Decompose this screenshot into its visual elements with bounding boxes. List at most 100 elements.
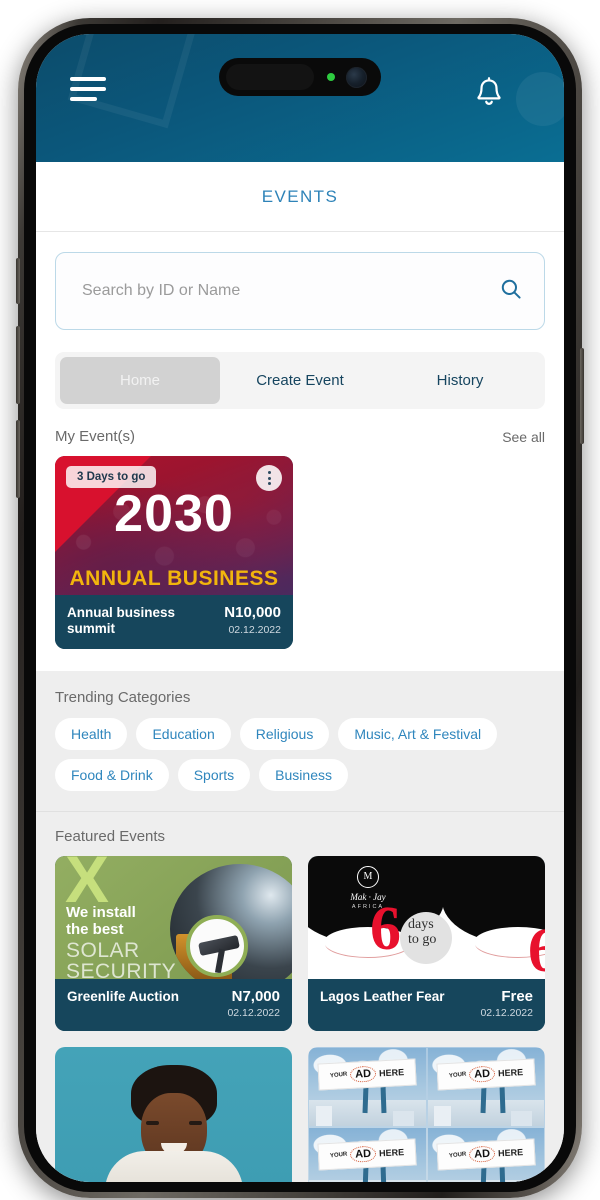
search-icon[interactable] bbox=[500, 278, 522, 305]
kebab-menu-icon[interactable] bbox=[256, 465, 282, 491]
header-circle-decoration bbox=[516, 72, 564, 126]
event-price: N10,000 bbox=[224, 604, 281, 621]
solar-lamp-icon bbox=[186, 914, 248, 977]
menu-line-2 bbox=[70, 87, 106, 91]
my-events-section: My Event(s) See all 3 Days to go 2030 AN… bbox=[36, 409, 564, 671]
featured-event-name: Lagos Leather Fear bbox=[320, 988, 445, 1004]
island-pill bbox=[226, 64, 314, 90]
notification-bell-icon[interactable] bbox=[472, 76, 506, 112]
category-chip-food-drink[interactable]: Food & Drink bbox=[55, 758, 169, 791]
greenlife-tagline-line1: We install bbox=[66, 903, 136, 921]
greenlife-tagline-line2: the best bbox=[66, 920, 124, 938]
countdown-days-label: days to go bbox=[408, 916, 437, 947]
billboard-support-leg bbox=[480, 1085, 487, 1113]
my-event-card[interactable]: 3 Days to go 2030 ANNUAL BUSINESS Annual… bbox=[55, 456, 293, 649]
billboard-here-text: HERE bbox=[497, 1147, 524, 1159]
billboard-support-leg bbox=[362, 1085, 369, 1113]
front-camera-icon bbox=[346, 66, 367, 88]
countdown-badge: 3 Days to go bbox=[66, 466, 157, 488]
featured-event-card-portrait[interactable] bbox=[55, 1047, 292, 1182]
power-button[interactable] bbox=[580, 348, 584, 444]
featured-events-grid-row2: YOUR AD HERE YOUR AD HERE YOUR AD HERE Y… bbox=[55, 1047, 545, 1182]
billboard-support-leg bbox=[362, 1165, 369, 1182]
billboard-support-leg bbox=[499, 1085, 506, 1113]
event-name: Annual business summit bbox=[67, 605, 176, 636]
volume-down-button[interactable] bbox=[16, 420, 20, 498]
greenlife-headline-line2: SECURITY bbox=[66, 959, 177, 979]
mute-switch[interactable] bbox=[16, 258, 20, 304]
menu-line-1 bbox=[70, 77, 106, 81]
billboard-support-leg bbox=[480, 1165, 487, 1182]
billboard-here-text: HERE bbox=[379, 1147, 405, 1159]
category-chip-education[interactable]: Education bbox=[136, 717, 231, 750]
billboard-your-text: YOUR bbox=[448, 1151, 467, 1160]
search-box[interactable] bbox=[55, 252, 545, 330]
portrait-photo bbox=[90, 1059, 258, 1182]
dynamic-island bbox=[219, 58, 381, 96]
category-chip-religious[interactable]: Religious bbox=[239, 717, 330, 750]
billboard-cell: YOUR AD HERE bbox=[426, 1047, 545, 1128]
see-all-link[interactable]: See all bbox=[502, 429, 545, 445]
billboard-ad-text: AD bbox=[350, 1065, 377, 1083]
event-card-footer: Annual business summit N10,000 02.12.202… bbox=[55, 595, 293, 649]
brand-logo-icon: M bbox=[357, 865, 379, 888]
search-input[interactable] bbox=[82, 282, 500, 300]
volume-up-button[interactable] bbox=[16, 326, 20, 404]
tab-history[interactable]: History bbox=[380, 357, 540, 404]
billboard-panel: YOUR AD HERE bbox=[436, 1138, 536, 1170]
billboard-cell: YOUR AD HERE bbox=[426, 1127, 545, 1182]
billboard-here-text: HERE bbox=[497, 1067, 524, 1079]
category-chip-health[interactable]: Health bbox=[55, 717, 128, 750]
category-chip-sports[interactable]: Sports bbox=[177, 758, 251, 791]
trending-categories-title: Trending Categories bbox=[55, 688, 191, 706]
billboard-image-grid: YOUR AD HERE YOUR AD HERE YOUR AD HERE Y… bbox=[308, 1047, 545, 1182]
portrait-eye-right bbox=[188, 1121, 202, 1126]
artwork-year-text: 2030 bbox=[114, 485, 234, 543]
phone-screen: EVENTS Home Create Event History bbox=[36, 34, 564, 1182]
kebab-dot-1 bbox=[267, 471, 271, 474]
billboard-ad-text: AD bbox=[350, 1145, 377, 1163]
featured-event-date: 02.12.2022 bbox=[480, 1007, 533, 1020]
category-chip-list: Health Education Religious Music, Art & … bbox=[55, 717, 545, 791]
tab-create-event[interactable]: Create Event bbox=[220, 357, 380, 404]
menu-line-3 bbox=[70, 97, 97, 101]
featured-card-footer: Greenlife Auction N7,000 02.12.2022 bbox=[55, 978, 292, 1032]
billboard-panel: YOUR AD HERE bbox=[436, 1058, 536, 1090]
billboard-support-leg bbox=[499, 1165, 506, 1182]
countdown-togo-word: to go bbox=[408, 931, 437, 947]
lagos-leather-artwork: M Mak · Jay AFRICA 6 days to go 6 bbox=[308, 855, 545, 979]
billboard-your-text: YOUR bbox=[329, 1071, 348, 1080]
greenlife-headline: SOLAR SECURITY bbox=[66, 940, 176, 979]
tab-bar: Home Create Event History bbox=[55, 352, 545, 409]
billboard-here-text: HERE bbox=[379, 1067, 405, 1079]
app-header bbox=[36, 34, 564, 162]
billboard-your-text: YOUR bbox=[448, 1071, 467, 1080]
featured-event-card-greenlife[interactable]: X We install the best SOLAR SECURITY Gre… bbox=[55, 855, 292, 1032]
hamburger-menu-icon[interactable] bbox=[70, 77, 110, 107]
featured-event-name: Greenlife Auction bbox=[67, 988, 180, 1004]
countdown-days-word: days bbox=[408, 916, 434, 932]
event-date: 02.12.2022 bbox=[228, 623, 281, 636]
featured-event-price: N7,000 bbox=[231, 987, 280, 1005]
featured-event-date: 02.12.2022 bbox=[227, 1007, 280, 1020]
category-chip-music-art-festival[interactable]: Music, Art & Festival bbox=[338, 717, 498, 750]
featured-event-meta: N7,000 02.12.2022 bbox=[227, 987, 280, 1020]
my-events-header: My Event(s) See all bbox=[55, 428, 545, 445]
featured-event-card-lagos-leather[interactable]: M Mak · Jay AFRICA 6 days to go 6 Lagos … bbox=[308, 855, 545, 1032]
greenlife-tagline: We install the best bbox=[66, 903, 136, 939]
billboard-your-text: YOUR bbox=[329, 1151, 348, 1160]
page-title: EVENTS bbox=[261, 186, 339, 206]
event-meta: N10,000 02.12.2022 bbox=[224, 604, 281, 636]
artwork-subtitle-text: ANNUAL BUSINESS bbox=[69, 567, 279, 590]
featured-events-section: Featured Events X We install the best SO… bbox=[36, 811, 564, 1182]
countdown-number-edge: 6 bbox=[528, 916, 545, 979]
search-section bbox=[36, 232, 564, 330]
category-chip-business[interactable]: Business bbox=[259, 758, 348, 791]
tab-home[interactable]: Home bbox=[60, 357, 220, 404]
portrait-shirt bbox=[104, 1151, 243, 1182]
event-card-artwork: 3 Days to go 2030 ANNUAL BUSINESS bbox=[55, 456, 293, 595]
countdown-number: 6 bbox=[370, 894, 401, 963]
featured-event-card-billboard[interactable]: YOUR AD HERE YOUR AD HERE YOUR AD HERE Y… bbox=[308, 1047, 545, 1182]
billboard-cell: YOUR AD HERE bbox=[308, 1047, 427, 1128]
my-events-title: My Event(s) bbox=[55, 428, 136, 445]
